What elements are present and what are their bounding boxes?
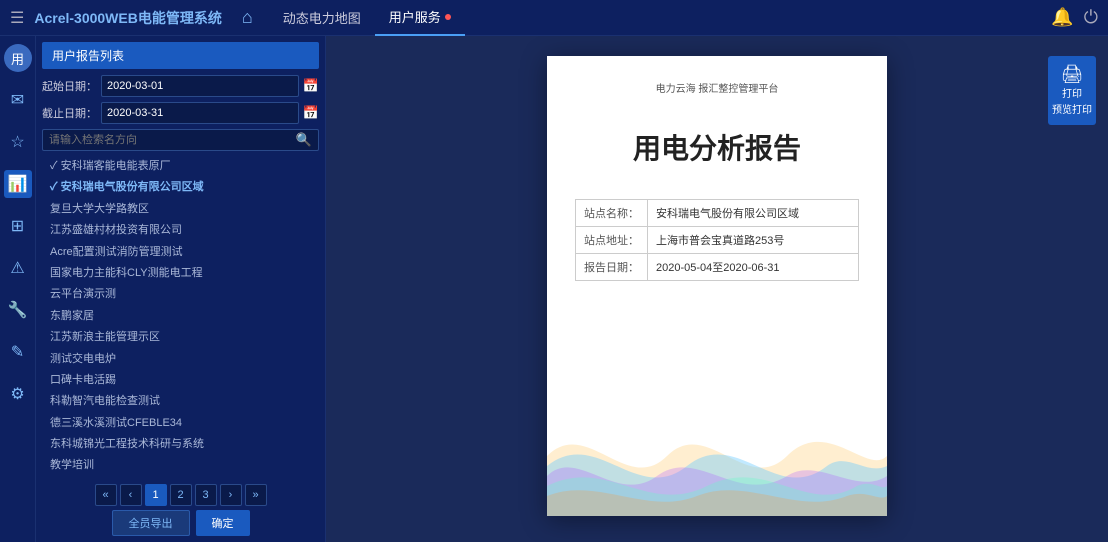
sidebar-icon-settings[interactable]: ⚙ (4, 380, 32, 408)
page-2-btn[interactable]: 2 (170, 484, 192, 506)
print-label: 打印 (1062, 89, 1082, 101)
tree-item[interactable]: Acre配置测试消防管理测试 (42, 242, 319, 263)
start-date-row: 起始日期： 📅 (42, 75, 319, 97)
bell-icon[interactable]: 🔔 (1051, 7, 1073, 28)
tree-item[interactable]: 东科城锦光工程技术科研与系统 (42, 434, 319, 455)
power-icon[interactable]: ⏻ (1084, 7, 1098, 28)
topbar-nav: 动态电力地图 用户服务 (269, 0, 1052, 36)
page-last-btn[interactable]: » (245, 484, 267, 506)
home-icon[interactable]: ⌂ (242, 7, 253, 28)
app-title: Acrel-3000WEB电能管理系统 (34, 8, 222, 28)
pagination: « ‹ 1 2 3 › » (42, 484, 319, 506)
tree-item[interactable]: 国家电力主能科CLY测能电工程 (42, 263, 319, 284)
sidebar-icon-star[interactable]: ☆ (4, 128, 32, 156)
report-paper: 电力云海 报汇整控管理平台 用电分析报告 站点名称：安科瑞电气股份有限公司区域站… (547, 56, 887, 516)
tree-item[interactable]: 科勒智汽电能检查测试 (42, 391, 319, 412)
main-layout: 用 ✉ ☆ 📊 ⊞ ⚠ 🔧 ✎ ⚙ 用户报告列表 起始日期： 📅 截止日期： 📅… (0, 36, 1108, 542)
report-info-value: 2020-05-04至2020-06-31 (648, 254, 859, 281)
report-info-label: 站点名称： (576, 200, 648, 227)
bottom-buttons: 全员导出 确定 (42, 510, 319, 536)
page-first-btn[interactable]: « (95, 484, 117, 506)
tree-item[interactable]: 东鹏家居 (42, 306, 319, 327)
search-icon[interactable]: 🔍 (296, 132, 312, 148)
end-date-input[interactable] (101, 102, 299, 124)
report-info-value: 上海市普会宝真道路253号 (648, 227, 859, 254)
report-info-label: 报告日期： (576, 254, 648, 281)
tree-item[interactable]: 江苏盛雄村材投资有限公司 (42, 220, 319, 241)
page-3-btn[interactable]: 3 (195, 484, 217, 506)
topbar-right: 🔔 ⏻ (1051, 7, 1098, 28)
search-row: 🔍 (42, 129, 319, 151)
start-date-calendar-icon[interactable]: 📅 (303, 78, 319, 94)
start-date-label: 起始日期： (42, 78, 97, 94)
search-input[interactable] (49, 134, 296, 146)
page-prev-btn[interactable]: ‹ (120, 484, 142, 506)
end-date-calendar-icon[interactable]: 📅 (303, 105, 319, 121)
sidebar-icons: 用 ✉ ☆ 📊 ⊞ ⚠ 🔧 ✎ ⚙ (0, 36, 36, 542)
print-icon[interactable]: 🖨 (1061, 64, 1084, 85)
report-title: 用电分析报告 (575, 127, 859, 167)
export-all-button[interactable]: 全员导出 (112, 510, 190, 536)
report-info-label: 站点地址： (576, 227, 648, 254)
menu-icon[interactable]: ☰ (10, 8, 24, 28)
panel-header: 用户报告列表 (42, 42, 319, 69)
sidebar-icon-grid[interactable]: ⊞ (4, 212, 32, 240)
right-float-panel: 🖨 打印 预览打印 (1048, 56, 1096, 125)
main-content: 电力云海 报汇整控管理平台 用电分析报告 站点名称：安科瑞电气股份有限公司区域站… (326, 36, 1108, 542)
sidebar-icon-chart[interactable]: 📊 (4, 170, 32, 198)
nav-item-user-service[interactable]: 用户服务 (375, 0, 465, 36)
end-date-label: 截止日期： (42, 105, 97, 121)
sidebar-icon-message[interactable]: ✉ (4, 86, 32, 114)
report-footer-wave (547, 396, 887, 516)
left-panel: 用户报告列表 起始日期： 📅 截止日期： 📅 🔍 ✓ 安科瑞客能电能表原厂✓ 安… (36, 36, 326, 542)
sidebar-icon-edit[interactable]: ✎ (4, 338, 32, 366)
tree-item[interactable]: 教学培训 (42, 455, 319, 476)
tree-item[interactable]: 江苏新浪主能管理示区 (42, 327, 319, 348)
tree-item[interactable]: 云平台演示测 (42, 284, 319, 305)
topbar: ☰ Acrel-3000WEB电能管理系统 ⌂ 动态电力地图 用户服务 🔔 ⏻ (0, 0, 1108, 36)
tree-item[interactable]: ✓ 安科瑞客能电能表原厂 (42, 156, 319, 177)
page-1-btn[interactable]: 1 (145, 484, 167, 506)
tree-item[interactable]: ✓ 安科瑞电气股份有限公司区域 (42, 177, 319, 198)
tree-item[interactable]: 复旦大学大学路教区 (42, 199, 319, 220)
tree-item[interactable]: 测试交电电炉 (42, 349, 319, 370)
preview-label: 预览打印 (1052, 105, 1092, 117)
start-date-input[interactable] (101, 75, 299, 97)
tree-item[interactable]: 口碑卡电活踢 (42, 370, 319, 391)
report-header-text: 电力云海 报汇整控管理平台 (575, 80, 859, 95)
end-date-row: 截止日期： 📅 (42, 102, 319, 124)
report-info-table: 站点名称：安科瑞电气股份有限公司区域站点地址：上海市普会宝真道路253号报告日期… (575, 199, 859, 281)
sidebar-icon-alert[interactable]: ⚠ (4, 254, 32, 282)
sidebar-icon-wrench[interactable]: 🔧 (4, 296, 32, 324)
nav-dot (445, 14, 451, 20)
report-info-value: 安科瑞电气股份有限公司区域 (648, 200, 859, 227)
tree-list: ✓ 安科瑞客能电能表原厂✓ 安科瑞电气股份有限公司区域 复旦大学大学路教区 江苏… (42, 156, 319, 476)
nav-item-map[interactable]: 动态电力地图 (269, 0, 375, 36)
tree-item[interactable]: 德三溪水溪测试CFEBLE34 (42, 413, 319, 434)
page-next-btn[interactable]: › (220, 484, 242, 506)
confirm-button[interactable]: 确定 (196, 510, 250, 536)
avatar[interactable]: 用 (4, 44, 32, 72)
